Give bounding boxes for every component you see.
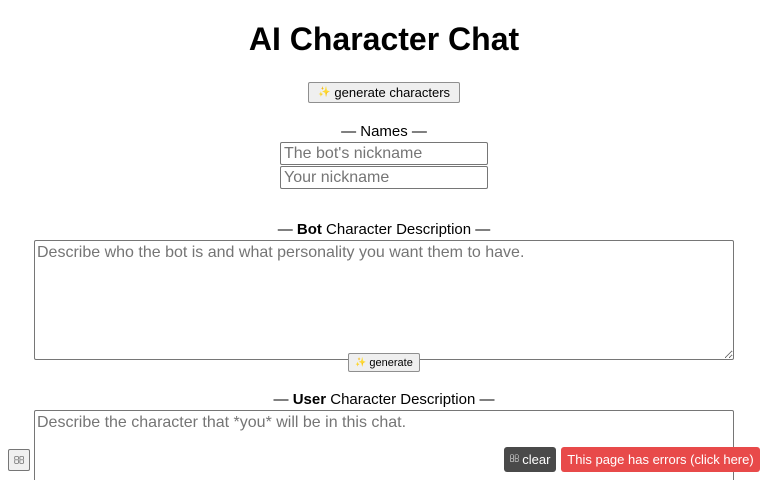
names-label-prefix: —	[341, 123, 361, 140]
bot-description-label: — Bot Character Description —	[0, 221, 768, 239]
generate-label: generate	[369, 356, 413, 369]
bot-description-label-bold: Bot	[296, 221, 322, 238]
clear-label: clear	[517, 452, 550, 467]
page: AI Character Chat ✨ generate characters …	[0, 0, 768, 480]
bot-description-label-rest: Character Description —	[321, 221, 491, 238]
generate-characters-button[interactable]: ✨ generate characters	[308, 82, 460, 103]
corner-toggle-button[interactable]: 	[8, 449, 30, 471]
bot-description-textarea[interactable]	[34, 240, 734, 360]
user-nickname-input[interactable]	[280, 166, 488, 189]
clear-button[interactable]:  clear	[504, 447, 556, 472]
sparkle-icon: ✨	[317, 87, 331, 98]
page-title: AI Character Chat	[248, 21, 520, 57]
generate-bot-description-button[interactable]: ✨ generate	[348, 353, 420, 372]
user-description-label: — User Character Description —	[0, 391, 768, 409]
names-section-label: — Names —	[0, 123, 768, 141]
page-errors-button[interactable]: This page has errors (click here)	[561, 447, 760, 472]
missing-glyph-icon: 	[14, 454, 25, 467]
names-label-suffix: —	[407, 123, 427, 140]
generate-characters-label: generate characters	[334, 85, 451, 100]
user-description-label-rest: Character Description —	[326, 391, 495, 408]
user-description-label-bold: User	[292, 391, 327, 408]
missing-glyph-icon: 	[510, 454, 520, 465]
page-errors-label: This page has errors (click here)	[567, 452, 754, 467]
bot-description-label-prefix: —	[277, 221, 297, 238]
user-description-label-prefix: —	[273, 391, 293, 408]
bot-nickname-input[interactable]	[280, 142, 488, 165]
names-label-text: Names	[360, 123, 408, 140]
sparkle-icon: ✨	[355, 357, 367, 368]
